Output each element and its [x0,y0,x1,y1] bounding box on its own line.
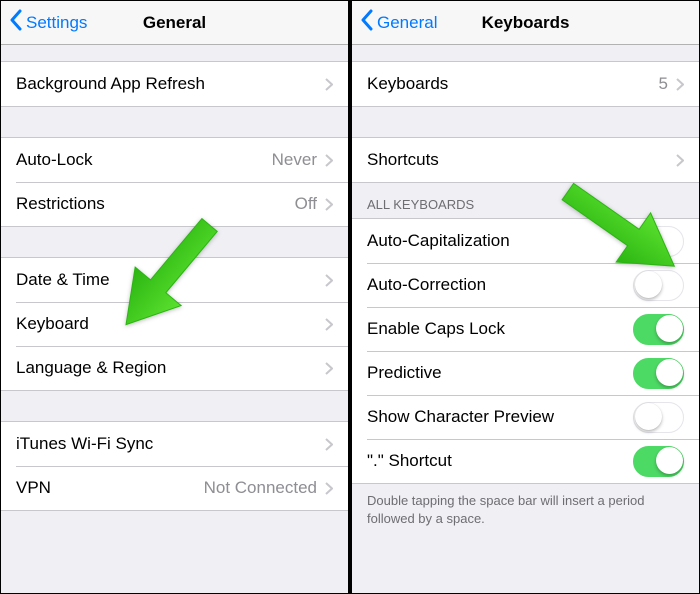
navbar-keyboards: General Keyboards [352,1,699,45]
row-language-region[interactable]: Language & Region [1,346,348,390]
chevron-left-icon [9,9,26,36]
row-label: Show Character Preview [367,407,633,427]
row-label: Keyboard [16,314,325,334]
keyboards-settings-pane: General Keyboards Keyboards 5 Shortcuts … [352,1,699,593]
chevron-right-icon [325,78,333,91]
chevron-right-icon [325,198,333,211]
row-period-shortcut[interactable]: "." Shortcut [352,439,699,483]
section-footer-period-shortcut: Double tapping the space bar will insert… [352,484,699,541]
back-to-settings-button[interactable]: Settings [9,9,87,36]
row-keyboards-list[interactable]: Keyboards 5 [352,62,699,106]
row-label: VPN [16,478,204,498]
chevron-right-icon [325,482,333,495]
toggle-predictive[interactable] [633,358,684,389]
chevron-right-icon [325,362,333,375]
row-auto-capitalization[interactable]: Auto-Capitalization [352,219,699,263]
row-label: Predictive [367,363,633,383]
chevron-right-icon [676,78,684,91]
chevron-right-icon [325,274,333,287]
row-shortcuts[interactable]: Shortcuts [352,138,699,182]
general-settings-pane: Settings General Background App Refresh … [1,1,348,593]
row-show-character-preview[interactable]: Show Character Preview [352,395,699,439]
row-auto-lock[interactable]: Auto-Lock Never [1,138,348,182]
toggle-show-character-preview[interactable] [633,402,684,433]
back-to-general-button[interactable]: General [360,9,437,36]
row-label: Enable Caps Lock [367,319,633,339]
row-value: Never [272,150,317,170]
row-label: Keyboards [367,74,659,94]
row-label: Restrictions [16,194,295,214]
row-label: Shortcuts [367,150,676,170]
section-header-all-keyboards: All Keyboards [352,183,699,218]
chevron-right-icon [325,438,333,451]
row-value: Off [295,194,317,214]
back-label: General [377,13,437,33]
row-label: Date & Time [16,270,325,290]
row-auto-correction[interactable]: Auto-Correction [352,263,699,307]
row-label: Auto-Lock [16,150,272,170]
screenshot-stage: Settings General Background App Refresh … [0,0,700,594]
row-label: Language & Region [16,358,325,378]
row-enable-caps-lock[interactable]: Enable Caps Lock [352,307,699,351]
row-restrictions[interactable]: Restrictions Off [1,182,348,226]
row-keyboard[interactable]: Keyboard [1,302,348,346]
toggle-auto-capitalization[interactable] [633,226,684,257]
row-value: 5 [659,74,668,94]
back-label: Settings [26,13,87,33]
row-label: Background App Refresh [16,74,325,94]
row-vpn[interactable]: VPN Not Connected [1,466,348,510]
chevron-right-icon [325,154,333,167]
row-itunes-wifi-sync[interactable]: iTunes Wi-Fi Sync [1,422,348,466]
chevron-right-icon [676,154,684,167]
navbar-general: Settings General [1,1,348,45]
toggle-enable-caps-lock[interactable] [633,314,684,345]
row-label: "." Shortcut [367,451,633,471]
toggle-period-shortcut[interactable] [633,446,684,477]
row-predictive[interactable]: Predictive [352,351,699,395]
row-label: iTunes Wi-Fi Sync [16,434,325,454]
row-label: Auto-Correction [367,275,633,295]
chevron-right-icon [325,318,333,331]
row-value: Not Connected [204,478,317,498]
chevron-left-icon [360,9,377,36]
toggle-auto-correction[interactable] [633,270,684,301]
row-background-app-refresh[interactable]: Background App Refresh [1,62,348,106]
row-date-time[interactable]: Date & Time [1,258,348,302]
row-label: Auto-Capitalization [367,231,633,251]
